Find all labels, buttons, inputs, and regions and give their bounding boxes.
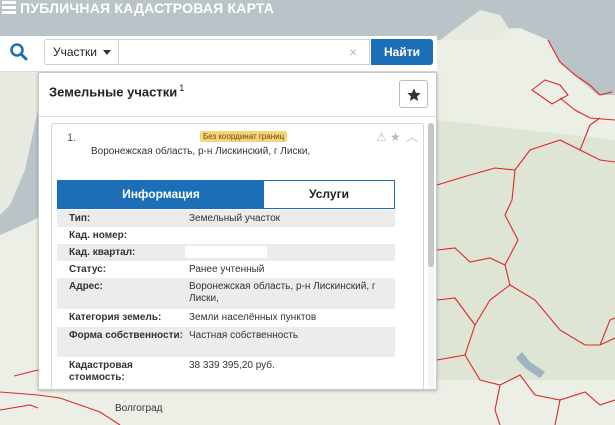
attribute-key: Категория земель: <box>69 312 162 323</box>
app-header: ПУБЛИЧНАЯ КАДАСТРОВАЯ КАРТА <box>0 0 615 20</box>
clear-icon[interactable]: × <box>349 45 357 59</box>
attribute-value: 38 339 395,20 руб. <box>189 360 275 371</box>
attribute-row-ownership: Форма собственности: Частная собственнос… <box>57 327 395 357</box>
attribute-value: Ранее учтенный <box>189 264 265 275</box>
attribute-key: Тип: <box>69 213 91 224</box>
attribute-key: Форма собственности: <box>69 330 183 341</box>
status-badge: Без координат границ <box>200 131 288 142</box>
attribute-key: Адрес: <box>69 281 103 292</box>
redacted-value <box>185 229 285 241</box>
attribute-value: Воронежская область, р-н Лискинский, г Л… <box>189 281 376 304</box>
tab-services[interactable]: Услуги <box>264 181 394 208</box>
attribute-value: Частная собственность <box>189 330 299 341</box>
chevron-down-icon <box>103 50 111 55</box>
attribute-table: Тип: Земельный участок Кад. номер: Кад. … <box>57 210 395 387</box>
search-bar: Участки × Найти <box>0 36 437 72</box>
attribute-row-address: Адрес: Воронежская область, р-н Лискинск… <box>57 278 395 309</box>
chevron-up-icon[interactable]: ︿ <box>406 130 418 144</box>
app-title: ПУБЛИЧНАЯ КАДАСТРОВАЯ КАРТА <box>20 0 275 16</box>
attribute-value: Земельный участок <box>189 213 281 224</box>
result-actions: ⚠ ★ ︿ <box>376 130 422 144</box>
search-type-label: Участки <box>53 45 97 59</box>
panel-scrollbar[interactable] <box>428 123 434 389</box>
redacted-value <box>185 246 267 258</box>
attribute-row-cadastral-quarter: Кад. квартал: <box>57 244 395 261</box>
result-index: 1. <box>67 132 77 144</box>
scrollbar-thumb[interactable] <box>428 123 434 267</box>
search-button[interactable]: Найти <box>371 39 433 65</box>
attribute-key: Кад. квартал: <box>69 247 136 258</box>
attribute-key: Кад. номер: <box>69 230 128 241</box>
attribute-row-land-category: Категория земель: Земли населённых пункт… <box>57 309 395 327</box>
menu-icon[interactable] <box>2 1 16 17</box>
attribute-value: Земли населённых пунктов <box>189 312 317 323</box>
attribute-row-type: Тип: Земельный участок <box>57 210 395 227</box>
result-count: 1 <box>179 83 185 93</box>
search-type-select[interactable]: Участки <box>44 39 118 65</box>
panel-title-text: Земельные участки <box>49 84 178 100</box>
star-icon[interactable]: ★ <box>390 130 401 144</box>
attribute-row-cadastral-value: Кадастровая стоимость: 38 339 395,20 руб… <box>57 357 395 387</box>
attribute-row-status: Статус: Ранее учтенный <box>57 261 395 278</box>
attribute-row-cadastral-number: Кад. номер: <box>57 227 395 244</box>
tab-information[interactable]: Информация <box>58 181 264 208</box>
forest-zone <box>437 120 615 380</box>
result-address: Воронежская область, р-н Лискинский, г Л… <box>91 146 311 157</box>
result-tabs: Информация Услуги <box>57 180 395 209</box>
panel-title: Земельные участки 1 <box>49 83 184 99</box>
attribute-key: Статус: <box>69 264 107 275</box>
star-icon <box>407 88 421 101</box>
city-label-volgograd: Волгоград <box>115 403 163 414</box>
favorites-button[interactable] <box>399 80 428 108</box>
attribute-key: Кадастровая стоимость: <box>69 360 133 383</box>
warning-icon[interactable]: ⚠ <box>376 130 387 144</box>
panel-header: Земельные участки 1 <box>39 73 436 117</box>
search-input[interactable] <box>118 39 370 65</box>
search-icon[interactable] <box>9 42 29 62</box>
result-card: 1. Без координат границ Воронежская обла… <box>51 123 424 389</box>
results-panel: Земельные участки 1 1. Без координат гран… <box>38 72 437 390</box>
